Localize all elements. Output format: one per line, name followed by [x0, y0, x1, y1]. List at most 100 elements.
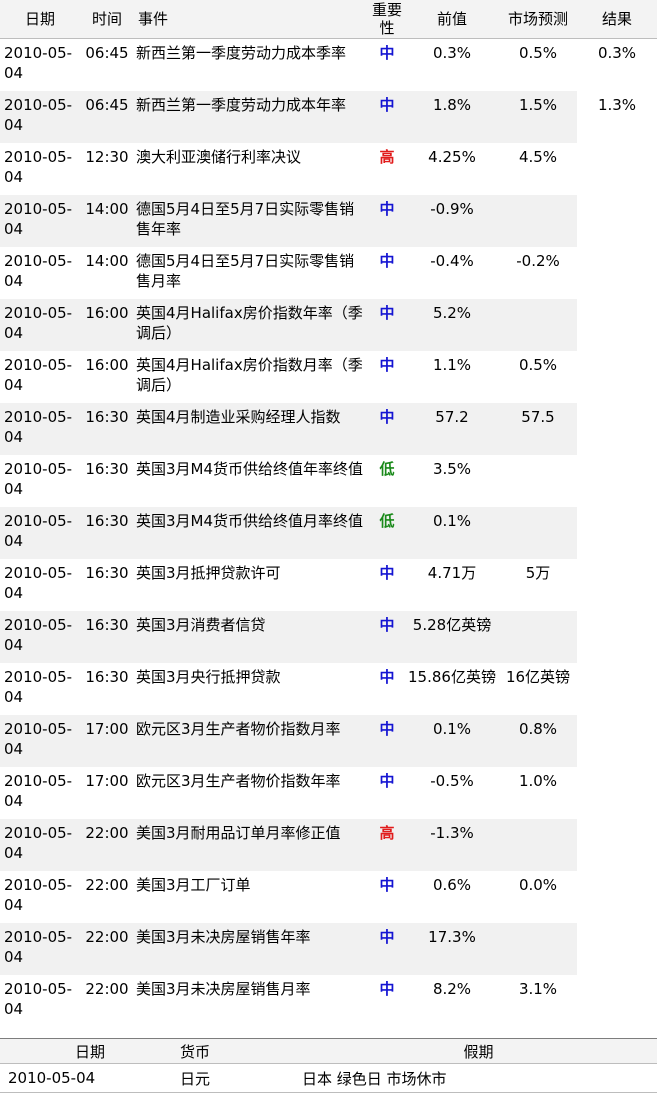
actual-value — [577, 299, 657, 351]
event-date: 2010-05-04 — [4, 44, 73, 82]
economic-calendar-table: 日期 时间 事件 重要性 前值 市场预测 结果 2010-05-04 06:45 新… — [0, 0, 657, 1027]
forecast-value — [499, 611, 577, 663]
event-date: 2010-05-04 — [0, 923, 80, 975]
importance-badge: 高 — [369, 819, 405, 871]
event-time: 16:00 — [80, 299, 134, 351]
previous-value: 8.2% — [432, 980, 472, 998]
header-forecast[interactable]: 市场预测 — [499, 0, 577, 39]
importance-badge: 中 — [369, 91, 405, 143]
header-importance[interactable]: 重要性 — [369, 0, 405, 39]
previous-value: -0.5% — [430, 772, 474, 790]
event-name: 英国3月抵押贷款许可 — [136, 564, 281, 582]
event-name: 美国3月未决房屋销售月率 — [136, 980, 311, 998]
event-time: 14:00 — [80, 195, 134, 247]
header-time[interactable]: 时间 — [80, 0, 134, 39]
importance-badge: 中 — [379, 356, 395, 374]
actual-value — [577, 143, 657, 195]
event-date: 2010-05-04 — [4, 980, 73, 1018]
previous-value: 15.86亿英镑 — [408, 668, 496, 686]
event-date: 2010-05-04 — [0, 819, 80, 871]
previous-value: 0.3% — [432, 44, 472, 62]
forecast-value — [499, 923, 577, 975]
previous-value: 3.5% — [432, 460, 472, 478]
forecast-value: 0.0% — [518, 876, 558, 894]
event-name: 新西兰第一季度劳动力成本季率 — [136, 44, 347, 62]
previous-value: 57.2 — [405, 403, 499, 455]
event-name: 美国3月工厂订单 — [136, 876, 251, 894]
holiday-date: 2010-05-04 — [0, 1063, 180, 1093]
event-time: 16:00 — [85, 356, 129, 374]
actual-value — [577, 455, 657, 507]
actual-value — [577, 507, 657, 559]
actual-value — [577, 975, 657, 1027]
event-name: 德国5月4日至5月7日实际零售销售年率 — [134, 195, 369, 247]
event-time: 16:30 — [80, 611, 134, 663]
calendar-row: 2010-05-04 22:00 美国3月未决房屋销售年率中 17.3% — [0, 923, 657, 975]
calendar-row: 2010-05-04 16:00 英国4月Halifax房价指数年率（季调后）中 5.… — [0, 299, 657, 351]
event-name: 美国3月未决房屋销售年率 — [134, 923, 369, 975]
calendar-row: 2010-05-04 22:00 美国3月工厂订单 中 0.6% 0.0% — [0, 871, 657, 923]
calendar-row: 2010-05-04 14:00 德国5月4日至5月7日实际零售销售年率中 -0.9% — [0, 195, 657, 247]
event-name: 欧元区3月生产者物价指数月率 — [134, 715, 369, 767]
previous-value: 0.1% — [405, 715, 499, 767]
event-time: 17:00 — [85, 772, 129, 790]
event-date: 2010-05-04 — [4, 564, 73, 602]
event-time: 22:00 — [85, 876, 129, 894]
forecast-value — [499, 299, 577, 351]
previous-value: 1.1% — [432, 356, 472, 374]
calendar-row: 2010-05-04 17:00 欧元区3月生产者物价指数月率中 0.1% 0.8% — [0, 715, 657, 767]
event-date: 2010-05-04 — [0, 611, 80, 663]
header-event[interactable]: 事件 — [134, 0, 369, 39]
importance-badge: 低 — [369, 507, 405, 559]
event-date: 2010-05-04 — [0, 403, 80, 455]
calendar-row: 2010-05-04 16:30 英国3月央行抵押贷款 中 15.86亿英镑 16亿英镑 — [0, 663, 657, 715]
actual-value — [577, 559, 657, 611]
event-time: 22:00 — [85, 980, 129, 998]
event-time: 16:30 — [80, 507, 134, 559]
forecast-value: 0.5% — [518, 356, 558, 374]
event-date: 2010-05-04 — [4, 148, 73, 186]
previous-value: 5.28亿英镑 — [405, 611, 499, 663]
importance-badge: 中 — [379, 44, 395, 62]
previous-value: 5.2% — [405, 299, 499, 351]
event-name: 英国3月M4货币供给终值月率终值 — [134, 507, 369, 559]
calendar-row: 2010-05-04 14:00 德国5月4日至5月7日实际零售销售月率 中 -0.4%… — [0, 247, 657, 299]
importance-badge: 中 — [379, 772, 395, 790]
importance-badge: 中 — [379, 252, 395, 270]
forecast-value: 16亿英镑 — [505, 668, 571, 686]
previous-value: 17.3% — [405, 923, 499, 975]
event-name: 英国3月央行抵押贷款 — [136, 668, 281, 686]
event-name: 美国3月耐用品订单月率修正值 — [134, 819, 369, 871]
event-date: 2010-05-04 — [0, 715, 80, 767]
calendar-row: 2010-05-04 16:30 英国3月抵押贷款许可 中 4.71万 5万 — [0, 559, 657, 611]
event-name: 欧元区3月生产者物价指数年率 — [136, 772, 341, 790]
event-time: 17:00 — [80, 715, 134, 767]
holiday-currency: 日元 — [180, 1063, 300, 1093]
actual-value: 1.3% — [577, 91, 657, 143]
event-name: 英国3月M4货币供给终值年率终值 — [136, 460, 364, 478]
importance-badge: 高 — [379, 148, 395, 166]
header-date[interactable]: 日期 — [0, 0, 80, 39]
calendar-row: 2010-05-04 16:30 英国3月M4货币供给终值月率终值低 0.1% — [0, 507, 657, 559]
forecast-value: 5万 — [525, 564, 551, 582]
forecast-value: 1.0% — [518, 772, 558, 790]
holiday-header-date: 日期 — [0, 1038, 180, 1064]
header-actual[interactable]: 结果 — [577, 0, 657, 39]
holiday-row: 2010-05-04 日元 日本 绿色日 市场休市 — [0, 1063, 657, 1093]
actual-value — [577, 611, 657, 663]
holiday-header-holiday: 假期 — [300, 1038, 657, 1064]
event-date: 2010-05-04 — [4, 772, 73, 810]
importance-badge: 中 — [369, 195, 405, 247]
calendar-row: 2010-05-04 06:45 新西兰第一季度劳动力成本年率中 1.8% 1.5% 1.… — [0, 91, 657, 143]
previous-value: 0.6% — [432, 876, 472, 894]
actual-value — [577, 351, 657, 403]
actual-value — [577, 923, 657, 975]
forecast-value — [499, 819, 577, 871]
importance-badge: 中 — [369, 715, 405, 767]
actual-value — [577, 195, 657, 247]
actual-value — [577, 871, 657, 923]
event-date: 2010-05-04 — [4, 668, 73, 706]
calendar-row: 2010-05-04 16:30 英国3月消费者信贷中 5.28亿英镑 — [0, 611, 657, 663]
header-previous[interactable]: 前值 — [405, 0, 499, 39]
previous-value: 4.71万 — [427, 564, 477, 582]
